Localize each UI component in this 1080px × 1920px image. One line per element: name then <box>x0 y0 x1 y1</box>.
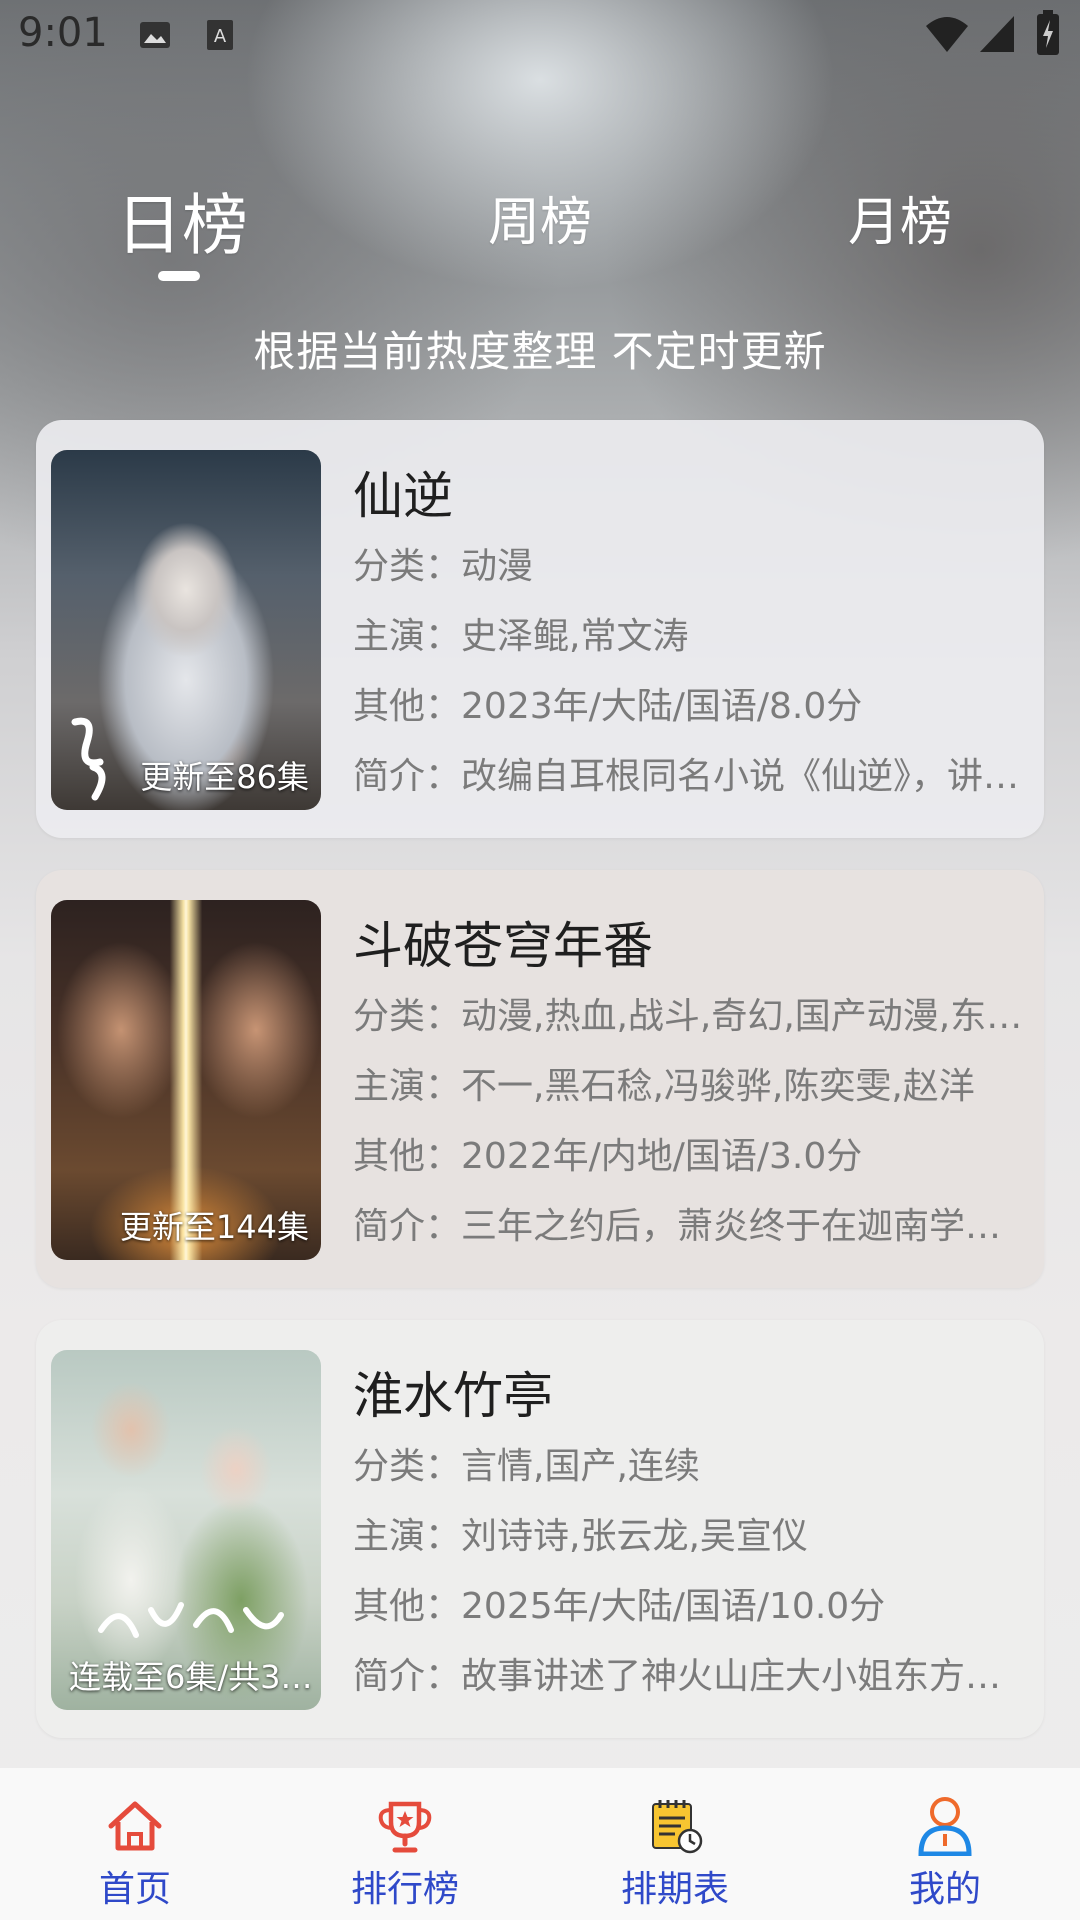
nav-schedule[interactable]: 排期表 <box>540 1768 810 1920</box>
ranking-card[interactable]: 更新至144集 斗破苍穹年番 分类：动漫,热血,战斗,奇幻,国产动漫,东… 主演… <box>36 870 1044 1288</box>
card-info: 斗破苍穹年番 分类：动漫,热血,战斗,奇幻,国产动漫,东… 主演：不一,黑石稔,… <box>353 900 1023 1262</box>
intro-value: 故事讲述了神火山庄大小姐东方淮… <box>461 1656 1023 1697</box>
other-label: 其他： <box>353 1136 462 1177</box>
cast-value: 不一,黑石稔,冯骏骅,陈奕雯,赵洋 <box>461 1066 975 1107</box>
cast-row: 主演：史泽鲲,常文涛 <box>353 602 1023 672</box>
tab-monthly[interactable]: 月榜 <box>780 180 1020 255</box>
svg-text:A: A <box>214 26 227 47</box>
category-label: 分类： <box>353 996 462 1037</box>
signal-icon <box>980 16 1014 52</box>
card-info: 仙逆 分类：动漫 主演：史泽鲲,常文涛 其他：2023年/大陆/国语/8.0分 … <box>353 450 1023 812</box>
other-row: 其他：2023年/大陆/国语/8.0分 <box>353 672 1023 742</box>
status-bar: 9:01 A <box>0 0 1080 70</box>
nav-schedule-label: 排期表 <box>620 1869 729 1910</box>
bottom-nav: 首页 排行榜 排期表 我的 <box>0 1768 1080 1920</box>
poster-image: 连载至6集/共3… <box>51 1350 321 1710</box>
nav-ranking-label: 排行榜 <box>350 1869 459 1910</box>
card-title: 淮水竹亭 <box>353 1367 553 1425</box>
ranking-card[interactable]: 更新至86集 仙逆 分类：动漫 主演：史泽鲲,常文涛 其他：2023年/大陆/国… <box>36 420 1044 838</box>
card-title: 斗破苍穹年番 <box>353 917 653 975</box>
cast-label: 主演： <box>353 1066 462 1107</box>
other-label: 其他： <box>353 1586 462 1627</box>
intro-row: 简介：故事讲述了神火山庄大小姐东方淮… <box>353 1642 1023 1712</box>
episode-badge: 更新至144集 <box>119 1208 309 1246</box>
ranking-subtitle: 根据当前热度整理 不定时更新 <box>253 327 827 376</box>
category-row: 分类：言情,国产,连续 <box>353 1432 1023 1502</box>
other-value: 2023年/大陆/国语/8.0分 <box>461 686 863 727</box>
cast-row: 主演：刘诗诗,张云龙,吴宣仪 <box>353 1502 1023 1572</box>
card-title: 仙逆 <box>353 467 453 525</box>
intro-row: 简介：改编自耳根同名小说《仙逆》，讲… <box>353 742 1023 812</box>
trophy-icon <box>378 1801 432 1853</box>
category-value: 言情,国产,连续 <box>461 1446 700 1487</box>
card-info: 淮水竹亭 分类：言情,国产,连续 主演：刘诗诗,张云龙,吴宣仪 其他：2025年… <box>353 1350 1023 1712</box>
ranking-card[interactable]: 连载至6集/共3… 淮水竹亭 分类：言情,国产,连续 主演：刘诗诗,张云龙,吴宣… <box>36 1320 1044 1738</box>
category-label: 分类： <box>353 546 462 587</box>
schedule-icon <box>652 1800 703 1854</box>
category-row: 分类：动漫 <box>353 532 1023 602</box>
nav-ranking[interactable]: 排行榜 <box>270 1768 540 1920</box>
battery-icon <box>1037 10 1059 55</box>
active-tab-indicator <box>158 271 200 281</box>
poster-image: 更新至86集 <box>51 450 321 810</box>
category-row: 分类：动漫,热血,战斗,奇幻,国产动漫,东… <box>353 982 1023 1052</box>
category-label: 分类： <box>353 1446 462 1487</box>
other-value: 2022年/内地/国语/3.0分 <box>461 1136 863 1177</box>
poster-logo <box>71 717 106 801</box>
home-icon <box>108 1801 162 1851</box>
poster-image: 更新至144集 <box>51 900 321 1260</box>
cast-row: 主演：不一,黑石稔,冯骏骅,陈奕雯,赵洋 <box>353 1052 1023 1122</box>
intro-label: 简介： <box>353 1656 462 1697</box>
tab-daily[interactable]: 日榜 <box>62 172 302 268</box>
episode-badge: 更新至86集 <box>140 758 309 796</box>
category-value: 动漫,热血,战斗,奇幻,国产动漫,东… <box>461 996 1023 1037</box>
category-value: 动漫 <box>461 546 534 587</box>
cast-label: 主演： <box>353 616 462 657</box>
other-value: 2025年/大陆/国语/10.0分 <box>461 1586 886 1627</box>
nav-profile-label: 我的 <box>908 1869 981 1910</box>
intro-label: 简介： <box>353 1206 462 1247</box>
other-row: 其他：2025年/大陆/国语/10.0分 <box>353 1572 1023 1642</box>
cast-label: 主演： <box>353 1516 462 1557</box>
intro-value: 三年之约后，萧炎终于在迦南学院… <box>461 1206 1023 1247</box>
nav-home-label: 首页 <box>98 1869 171 1910</box>
image-notification-icon <box>140 22 170 48</box>
intro-value: 改编自耳根同名小说《仙逆》，讲… <box>461 756 1020 797</box>
poster-logo <box>98 1602 284 1638</box>
wifi-icon <box>926 17 968 52</box>
cast-value: 刘诗诗,张云龙,吴宣仪 <box>461 1516 808 1557</box>
intro-row: 简介：三年之约后，萧炎终于在迦南学院… <box>353 1192 1023 1262</box>
other-label: 其他： <box>353 686 462 727</box>
other-row: 其他：2022年/内地/国语/3.0分 <box>353 1122 1023 1192</box>
user-icon <box>918 1797 972 1856</box>
ranking-tabs: 日榜 周榜 月榜 <box>0 180 1080 280</box>
cast-value: 史泽鲲,常文涛 <box>461 616 689 657</box>
nav-profile[interactable]: 我的 <box>810 1768 1080 1920</box>
nav-home[interactable]: 首页 <box>0 1768 270 1920</box>
status-time: 9:01 <box>18 10 108 56</box>
a11y-notification-icon: A <box>207 20 233 50</box>
episode-badge: 连载至6集/共3… <box>69 1658 313 1696</box>
intro-label: 简介： <box>353 756 462 797</box>
tab-weekly[interactable]: 周榜 <box>420 180 660 255</box>
